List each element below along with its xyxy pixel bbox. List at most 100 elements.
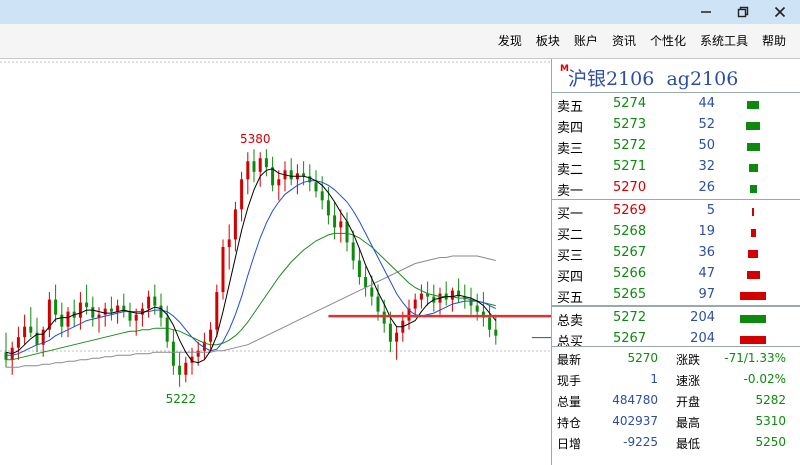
moving-averages-group <box>5 168 497 368</box>
oichg-value: -9225 <box>623 435 658 449</box>
ask-price: 5272 <box>613 138 647 153</box>
bid-volume: 19 <box>698 224 715 239</box>
bid-volume-bar <box>740 292 766 300</box>
candle-body <box>165 317 169 342</box>
ask-row-3[interactable]: 卖二 5271 32 <box>552 157 800 178</box>
ask-row-4[interactable]: 卖一 5270 26 <box>552 178 800 199</box>
bid-row-3[interactable]: 买四 5266 47 <box>552 264 800 285</box>
candle-body <box>240 179 244 210</box>
restore-icon[interactable] <box>731 2 755 22</box>
ask-row-1[interactable]: 卖四 5273 52 <box>552 115 800 136</box>
oichg-label: 日增 <box>557 437 582 451</box>
candle-body <box>370 287 374 297</box>
menu-system-tools[interactable]: 系统工具 <box>700 32 748 49</box>
stats-divider <box>552 305 800 306</box>
candle-body <box>413 299 417 309</box>
candle-body <box>153 296 157 306</box>
ask-row-0[interactable]: 卖五 5274 44 <box>552 94 800 115</box>
ask-price: 5271 <box>613 159 647 174</box>
candle-body <box>178 365 182 375</box>
totalvol-label: 总量 <box>557 395 582 409</box>
top-menu: 发现 板块 账户 资讯 个性化 系统工具 帮助 <box>484 32 786 49</box>
candle-body <box>221 246 225 293</box>
candle-body <box>494 329 498 336</box>
minimize-icon[interactable] <box>694 2 718 22</box>
candle-body <box>314 182 318 192</box>
high-annotation: 5380 <box>240 132 271 146</box>
open-value: 5282 <box>755 393 786 407</box>
bid-volume: 47 <box>698 266 715 281</box>
low-value: 5250 <box>755 435 786 449</box>
candle-body <box>23 326 27 338</box>
candle-body <box>289 170 293 180</box>
ask-price: 5270 <box>613 180 647 195</box>
ask-volume-bar <box>748 164 758 172</box>
candle-body <box>209 329 213 342</box>
total-row-0[interactable]: 总卖 5272 204 <box>552 308 800 329</box>
instrument-title: 沪银2106 ag2106 <box>568 64 738 91</box>
change-label: 涨跌 <box>676 353 701 367</box>
latest-label: 最新 <box>557 353 582 367</box>
menu-discover[interactable]: 发现 <box>498 32 522 49</box>
candle-body <box>357 260 361 278</box>
oi-label: 持仓 <box>557 416 582 430</box>
total-price: 5272 <box>613 310 647 325</box>
totalvol-value: 484780 <box>612 393 658 407</box>
speed-label: 速涨 <box>676 374 701 388</box>
candle-body <box>116 305 120 312</box>
total-label: 总卖 <box>557 314 584 329</box>
low-annotation: 5222 <box>166 392 197 406</box>
bid-price: 5269 <box>613 203 647 218</box>
title-bar <box>0 0 800 24</box>
total-price: 5267 <box>613 331 647 346</box>
candle-body <box>103 308 107 315</box>
ask-volume: 26 <box>698 180 715 195</box>
candle-body <box>264 158 268 168</box>
bid-row-4[interactable]: 买五 5265 97 <box>552 285 800 306</box>
instrument-code: ag2106 <box>666 68 739 90</box>
bid-label: 买三 <box>557 249 584 264</box>
candle-body <box>475 305 479 312</box>
bid-row-2[interactable]: 买三 5267 36 <box>552 243 800 264</box>
bid-row-1[interactable]: 买二 5268 19 <box>552 222 800 243</box>
candle-body <box>488 317 492 330</box>
bid-label: 买一 <box>557 207 584 222</box>
ask-label: 卖二 <box>557 163 584 178</box>
menu-account[interactable]: 账户 <box>574 32 598 49</box>
total-volume: 204 <box>690 331 715 346</box>
candle-body <box>159 305 163 318</box>
bid-label: 买二 <box>557 228 584 243</box>
menu-news[interactable]: 资讯 <box>612 32 636 49</box>
menu-help[interactable]: 帮助 <box>762 32 786 49</box>
candle-body <box>66 311 70 327</box>
candle-body <box>326 200 330 216</box>
menu-personalize[interactable]: 个性化 <box>650 32 686 49</box>
ask-label: 卖五 <box>557 100 584 115</box>
candle-body <box>469 299 473 306</box>
close-icon[interactable] <box>768 2 792 22</box>
ask-label: 卖一 <box>557 184 584 199</box>
candle-body <box>345 221 349 243</box>
menu-bar: 发现 板块 账户 资讯 个性化 系统工具 帮助 <box>0 24 800 59</box>
candle-body <box>382 311 386 324</box>
ask-label: 卖四 <box>557 121 584 136</box>
bid-volume: 36 <box>698 245 715 260</box>
instrument-name: 沪银2106 <box>568 68 655 90</box>
candle-body <box>395 332 399 342</box>
change-value: -71/1.33% <box>724 351 786 365</box>
candle-body <box>376 296 380 312</box>
candle-body <box>364 277 368 288</box>
book-divider <box>552 199 800 200</box>
candle-body <box>196 350 200 357</box>
kline-chart[interactable]: 5380 5222 <box>0 59 551 465</box>
candle-body <box>16 337 20 348</box>
candle-body <box>333 215 337 228</box>
stats-divider-2 <box>552 346 800 347</box>
bid-row-0[interactable]: 买一 5269 5 <box>552 201 800 222</box>
ask-volume-bar <box>749 185 757 193</box>
menu-sector[interactable]: 板块 <box>536 32 560 49</box>
candle-body <box>29 326 33 333</box>
ask-row-2[interactable]: 卖三 5272 50 <box>552 136 800 157</box>
ask-volume: 32 <box>698 159 715 174</box>
bid-volume: 97 <box>698 287 715 302</box>
